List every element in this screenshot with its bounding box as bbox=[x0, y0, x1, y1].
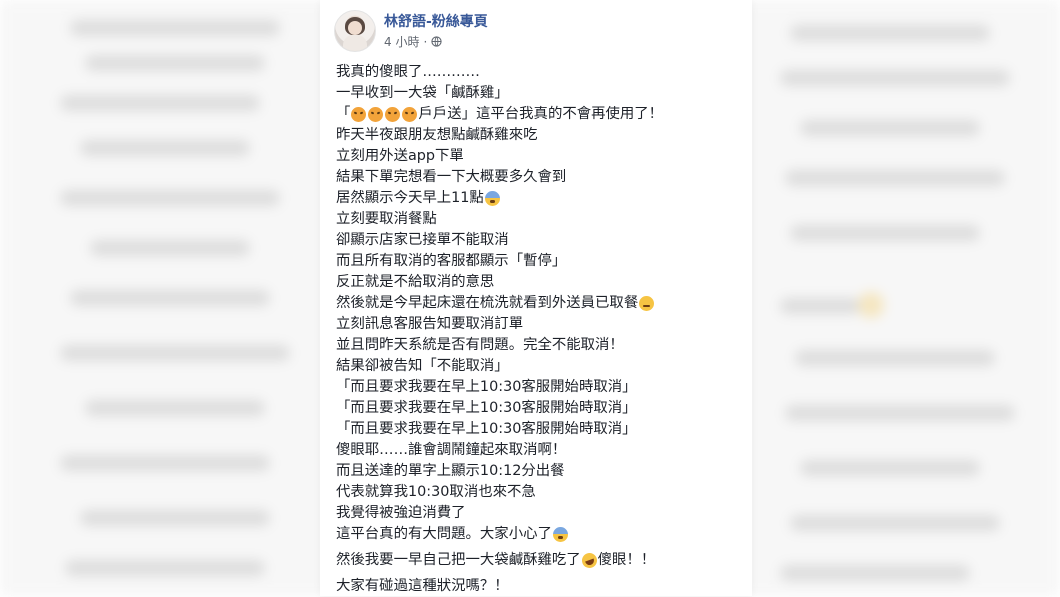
blurred-text bbox=[80, 510, 270, 526]
post-line-text: 這平台我真的不會再使用了！ bbox=[475, 106, 664, 122]
blurred-text bbox=[85, 55, 265, 71]
avatar-body bbox=[343, 35, 367, 51]
facebook-post: 林舒語-粉絲專頁 4 小時 · 我真的傻眼了………… 一早收到一大袋「鹹酥雞」 … bbox=[320, 0, 752, 596]
angry-emoji-icon bbox=[402, 107, 418, 122]
post-line: 「而且要求我要在早上10:30客服開始時取消」 bbox=[336, 421, 637, 437]
post-line: 居然顯示今天早上11點 bbox=[336, 188, 742, 209]
blurred-text bbox=[60, 190, 280, 206]
blurred-text bbox=[80, 140, 250, 156]
blurred-text bbox=[60, 345, 290, 361]
post-meta: 4 小時 · bbox=[384, 33, 442, 50]
rolling-laugh-emoji-icon bbox=[579, 550, 599, 571]
post-line: 結果下單完想看一下大概要多久會到 bbox=[336, 169, 567, 185]
blurred-text bbox=[785, 170, 1005, 186]
meta-separator: · bbox=[423, 34, 428, 49]
post-line-text: 然後我要一早自己把一大袋鹹酥雞吃了 bbox=[336, 552, 581, 568]
post-line: 而且送達的單字上顯示10:12分出餐 bbox=[336, 463, 565, 479]
blurred-text bbox=[70, 20, 280, 36]
post-line: 然後就是今早起床還在梳洗就看到外送員已取餐 bbox=[336, 293, 742, 314]
blurred-text bbox=[785, 405, 1015, 421]
blurred-text bbox=[60, 455, 270, 471]
quote-open: 「 bbox=[336, 106, 351, 122]
post-line: 我真的傻眼了………… bbox=[336, 64, 480, 80]
blurred-text bbox=[90, 240, 250, 256]
angry-emoji-icon bbox=[385, 107, 401, 122]
blurred-text bbox=[70, 290, 270, 306]
blurred-text bbox=[60, 95, 260, 111]
post-line: 而且所有取消的客服都顯示「暫停」 bbox=[336, 253, 567, 269]
post-line: 這平台真的有大問題。大家小心了 bbox=[336, 524, 742, 545]
sad-emoji-icon bbox=[639, 296, 655, 311]
post-line: 立刻用外送app下單 bbox=[336, 148, 464, 164]
globe-icon[interactable] bbox=[431, 36, 442, 47]
blurred-text bbox=[65, 560, 265, 576]
page-name-link[interactable]: 林舒語-粉絲專頁 bbox=[384, 11, 488, 31]
blurred-text bbox=[790, 225, 980, 241]
blurred-text bbox=[790, 515, 1000, 531]
post-line: 傻眼耶……誰會調鬧鐘起來取消啊！ bbox=[336, 442, 567, 458]
post-line: 立刻要取消餐點 bbox=[336, 211, 437, 227]
angry-emoji-icon bbox=[368, 107, 384, 122]
post-line-text: 然後就是今早起床還在梳洗就看到外送員已取餐 bbox=[336, 295, 639, 311]
post-line-text: 這平台真的有大問題。大家小心了 bbox=[336, 526, 552, 542]
post-line: 「而且要求我要在早上10:30客服開始時取消」 bbox=[336, 379, 637, 395]
blurred-text bbox=[790, 25, 990, 41]
post-line-text: 傻眼！！ bbox=[597, 552, 656, 568]
post-line: 大家有碰過這種狀況嗎？！ bbox=[336, 578, 509, 594]
blurred-text bbox=[780, 70, 1010, 86]
post-line: 一早收到一大袋「鹹酥雞」 bbox=[336, 85, 509, 101]
post-line: 並且問昨天系統是否有問題。完全不能取消！ bbox=[336, 337, 624, 353]
blurred-text bbox=[85, 400, 265, 416]
fearful-emoji-icon bbox=[484, 191, 500, 206]
post-line: 然後我要一早自己把一大袋鹹酥雞吃了 傻眼！！ bbox=[336, 550, 742, 571]
blurred-text bbox=[795, 350, 995, 366]
post-time[interactable]: 4 小時 bbox=[384, 33, 419, 50]
blurred-emoji bbox=[858, 292, 884, 318]
blurred-text bbox=[800, 120, 980, 136]
post-line: 反正就是不給取消的意思 bbox=[336, 274, 495, 290]
post-header: 林舒語-粉絲專頁 4 小時 · bbox=[334, 10, 744, 54]
platform-name: 戶戶送」 bbox=[418, 106, 476, 122]
post-line: 卻顯示店家已接單不能取消 bbox=[336, 232, 509, 248]
post-line: 我覺得被強迫消費了 bbox=[336, 505, 466, 521]
post-line: 立刻訊息客服告知要取消訂單 bbox=[336, 316, 524, 332]
post-line-text: 居然顯示今天早上11點 bbox=[336, 190, 484, 206]
post-line: 結果卻被告知「不能取消」 bbox=[336, 358, 509, 374]
post-line: 「而且要求我要在早上10:30客服開始時取消」 bbox=[336, 400, 637, 416]
post-line: 昨天半夜跟朋友想點鹹酥雞來吃 bbox=[336, 127, 538, 143]
post-line: 「 戶戶送」 這平台我真的不會再使用了！ bbox=[336, 104, 742, 125]
blurred-text bbox=[800, 460, 980, 476]
post-line: 代表就算我10:30取消也來不急 bbox=[336, 484, 536, 500]
post-body: 我真的傻眼了………… 一早收到一大袋「鹹酥雞」 「 戶戶送」 這平台我真的不會再… bbox=[336, 62, 742, 597]
angry-emoji-icon bbox=[351, 107, 367, 122]
blurred-text bbox=[780, 565, 970, 581]
blurred-text bbox=[780, 298, 860, 314]
fearful-emoji-icon bbox=[552, 527, 568, 542]
avatar-face bbox=[348, 21, 362, 35]
avatar[interactable] bbox=[334, 10, 376, 52]
